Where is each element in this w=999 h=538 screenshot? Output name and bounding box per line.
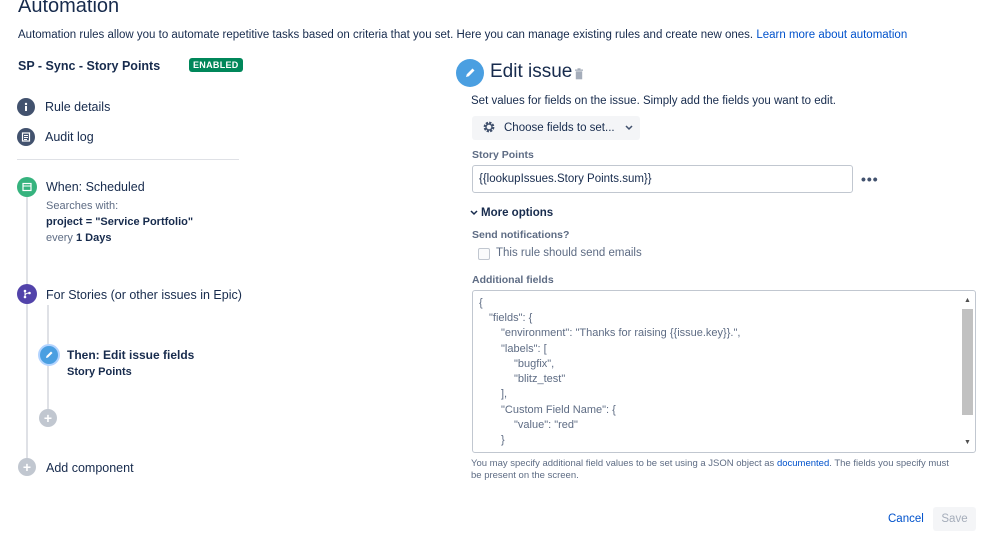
trigger-every-value: 1 Days: [75, 232, 112, 244]
add-component-button[interactable]: Add component: [46, 461, 134, 475]
json-line: "Custom Field Name": {: [501, 404, 616, 416]
trigger-details: Searches with: project = "Service Portfo…: [46, 198, 193, 246]
sidebar-item-label: Rule details: [45, 100, 111, 114]
hint-text: You may specify additional field values …: [471, 458, 775, 469]
trigger-step[interactable]: When: Scheduled Searches with: project =…: [46, 180, 193, 246]
page-title: Automation: [18, 0, 120, 17]
scrollbar[interactable]: ▲ ▼: [962, 294, 973, 450]
divider: [17, 159, 239, 160]
edit-action-icon[interactable]: [38, 344, 60, 366]
trash-icon[interactable]: [574, 67, 584, 85]
json-line: "bugfix",: [514, 358, 555, 370]
list-icon: [17, 128, 35, 146]
action-step[interactable]: Then: Edit issue fields Story Points: [67, 348, 194, 378]
cancel-button[interactable]: Cancel: [880, 507, 932, 531]
more-options-label: More options: [481, 207, 554, 219]
json-line: ],: [501, 388, 508, 400]
additional-fields-label: Additional fields: [472, 274, 554, 286]
json-line: "value": "red": [514, 419, 578, 431]
edit-issue-icon: [456, 59, 484, 87]
action-title: Then: Edit issue fields: [67, 348, 195, 362]
add-component-icon[interactable]: +: [18, 458, 36, 476]
sidebar-item-audit-log[interactable]: Audit log: [17, 127, 94, 147]
trigger-searches-label: Searches with:: [46, 200, 119, 212]
sidebar-item-rule-details[interactable]: Rule details: [17, 97, 110, 117]
notifications-label: Send notifications?: [472, 229, 570, 241]
json-line: }: [501, 434, 505, 446]
gear-icon: [482, 120, 496, 137]
trigger-every-prefix: every: [46, 232, 73, 244]
json-line: "fields": {: [489, 312, 533, 324]
schedule-icon[interactable]: [17, 177, 37, 197]
rule-name: SP - Sync - Story Points: [18, 59, 161, 73]
learn-more-link[interactable]: Learn more about automation: [756, 29, 907, 41]
branch-title[interactable]: For Stories (or other issues in Epic): [46, 288, 242, 302]
status-badge: ENABLED: [189, 58, 243, 72]
info-icon: [17, 98, 35, 116]
choose-fields-button[interactable]: Choose fields to set...: [472, 116, 640, 140]
page-description-text: Automation rules allow you to automate r…: [18, 29, 754, 41]
flow-connector: [26, 195, 28, 467]
json-line: {: [479, 297, 483, 309]
page-description: Automation rules allow you to automate r…: [18, 29, 907, 41]
editor-description: Set values for fields on the issue. Simp…: [471, 95, 837, 107]
trigger-query: project = "Service Portfolio": [46, 216, 194, 228]
json-line: "environment": "Thanks for raising {{iss…: [501, 327, 741, 339]
documented-link[interactable]: documented: [777, 458, 829, 469]
plus-icon: +: [22, 459, 32, 475]
trigger-title: When: Scheduled: [46, 180, 145, 194]
more-icon[interactable]: •••: [861, 171, 879, 187]
more-options-toggle[interactable]: More options: [470, 207, 553, 219]
send-emails-checkbox[interactable]: [478, 248, 490, 260]
additional-fields-hint: You may specify additional field values …: [471, 458, 961, 482]
editor-title: Edit issue: [490, 61, 573, 82]
action-subtitle: Story Points: [67, 366, 132, 378]
scroll-up-icon[interactable]: ▲: [964, 297, 971, 305]
story-points-input[interactable]: [472, 165, 853, 193]
save-button[interactable]: Save: [933, 507, 976, 531]
json-line: "labels": [: [501, 343, 547, 355]
json-line: "blitz_test": [514, 373, 566, 385]
plus-icon: +: [43, 410, 53, 426]
add-branch-component-button[interactable]: +: [39, 409, 57, 427]
scroll-thumb[interactable]: [962, 309, 973, 415]
sidebar-item-label: Audit log: [45, 130, 94, 144]
chevron-down-icon: [470, 210, 478, 216]
additional-fields-textarea[interactable]: { "fields": { "environment": "Thanks for…: [472, 290, 976, 453]
send-emails-label: This rule should send emails: [496, 247, 642, 259]
story-points-label: Story Points: [472, 149, 534, 161]
branch-icon[interactable]: [17, 284, 37, 304]
choose-fields-label: Choose fields to set...: [504, 122, 615, 134]
scroll-down-icon[interactable]: ▼: [964, 439, 971, 447]
chevron-down-icon: [625, 122, 633, 134]
